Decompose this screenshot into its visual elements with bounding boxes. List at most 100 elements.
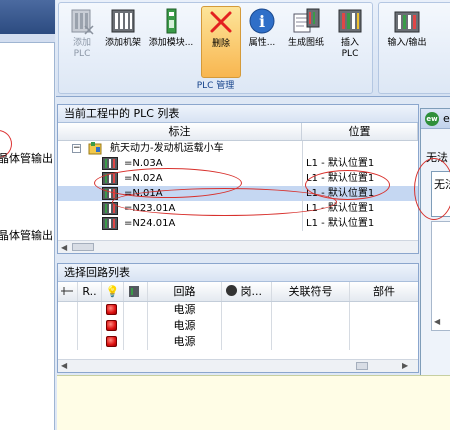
properties-label: 属性... xyxy=(248,38,276,48)
plc-tag: =N.03A xyxy=(124,158,163,169)
delete-icon xyxy=(210,11,232,33)
plc-list-title: 当前工程中的 PLC 列表 xyxy=(58,105,418,123)
plc-location: L1 - 默认位置1 xyxy=(306,203,375,214)
add-plc-button[interactable]: 添加 PLC xyxy=(63,6,101,78)
cell-post xyxy=(222,334,272,350)
loop-list-header: R.. 💡 回路 岗... 关联符号 部件 xyxy=(58,282,418,302)
scroll-thumb[interactable] xyxy=(356,362,368,370)
column-header-bulb[interactable]: 💡 xyxy=(102,282,124,301)
column-header-r[interactable]: R.. xyxy=(78,282,102,301)
project-icon xyxy=(88,142,102,155)
column-header-post-label: 岗... xyxy=(240,285,263,298)
add-plc-label: 添加 PLC xyxy=(72,38,91,59)
add-rack-icon xyxy=(111,9,135,33)
dialog-list[interactable]: ◀ xyxy=(431,221,450,331)
ribbon-group-io: 输入/输出 xyxy=(378,2,450,94)
scroll-left-icon[interactable]: ◀ xyxy=(61,361,67,370)
loop-row[interactable]: 电源 xyxy=(58,302,418,318)
generate-drawing-icon xyxy=(293,8,320,33)
column-divider xyxy=(302,156,303,171)
tree-root-project[interactable]: − 航天动力-发动机运载小车 xyxy=(58,141,418,156)
cell-circuit: 电源 xyxy=(148,302,222,318)
cell-line xyxy=(58,318,78,334)
loop-row[interactable]: 电源 xyxy=(58,334,418,350)
left-panel-titlebar xyxy=(0,0,55,34)
cell-post xyxy=(222,318,272,334)
plc-row[interactable]: =N.03A L1 - 默认位置1 xyxy=(58,156,418,171)
column-divider xyxy=(302,201,303,216)
plc-list-header: 标注 位置 xyxy=(58,123,418,141)
bottom-panel xyxy=(57,375,450,430)
cell-circuit: 电源 xyxy=(148,318,222,334)
column-header-line[interactable] xyxy=(58,282,78,301)
cell-line xyxy=(58,302,78,318)
io-button[interactable]: 输入/输出 xyxy=(383,6,431,78)
plc-row[interactable]: =N24.01A L1 - 默认位置1 xyxy=(58,216,418,231)
scroll-left-icon[interactable]: ◀ xyxy=(61,243,67,252)
dialog-title: e xyxy=(443,112,450,125)
status-red-icon xyxy=(106,320,117,331)
cell-part xyxy=(350,302,418,318)
properties-icon: i xyxy=(249,8,275,34)
column-header-location[interactable]: 位置 xyxy=(302,123,418,140)
globe-icon xyxy=(226,285,237,296)
left-panel-band xyxy=(0,34,55,43)
plc-tag: =N.02A xyxy=(124,173,163,184)
line-icon xyxy=(61,287,73,295)
plc-row[interactable]: =N.02A L1 - 默认位置1 xyxy=(58,171,418,186)
insert-plc-button[interactable]: 插入 PLC xyxy=(331,6,369,78)
loop-list-hscrollbar[interactable]: ◀ ▶ xyxy=(58,359,418,372)
collapse-toggle[interactable]: − xyxy=(72,144,81,153)
scroll-left-icon[interactable]: ◀ xyxy=(434,317,440,326)
column-divider xyxy=(302,171,303,186)
plc-tag: =N.01A xyxy=(124,188,163,199)
generate-drawing-button[interactable]: 生成图纸 xyxy=(284,6,328,78)
cell-post xyxy=(222,302,272,318)
delete-button[interactable]: 删除 xyxy=(201,6,241,78)
plc-row[interactable]: =N23.01A L1 - 默认位置1 xyxy=(58,201,418,216)
column-divider xyxy=(302,216,303,231)
plc-icon xyxy=(102,187,118,200)
column-header-circuit[interactable]: 回路 xyxy=(148,282,222,301)
cell-r xyxy=(78,318,102,334)
cell-symbol xyxy=(272,302,350,318)
scroll-thumb[interactable] xyxy=(72,243,94,251)
error-dialog: ew e 无法 无法 ◀ xyxy=(420,108,450,380)
cell-part xyxy=(350,318,418,334)
insert-plc-icon xyxy=(338,9,362,33)
dialog-titlebar[interactable]: ew e xyxy=(421,109,450,129)
cell-circuit: 电源 xyxy=(148,334,222,350)
column-header-tag[interactable]: 标注 xyxy=(58,123,302,140)
plc-list-hscrollbar[interactable]: ◀ xyxy=(58,240,418,253)
add-module-icon xyxy=(166,8,177,34)
project-name: 航天动力-发动机运载小车 xyxy=(110,143,224,154)
add-rack-button[interactable]: 添加机架 xyxy=(103,6,143,78)
add-module-button[interactable]: 添加模块... xyxy=(145,6,197,78)
cell-symbol xyxy=(272,334,350,350)
dialog-message: 无法 xyxy=(426,151,448,164)
properties-button[interactable]: i 属性... xyxy=(243,6,281,78)
plc-icon xyxy=(102,157,118,170)
io-label: 输入/输出 xyxy=(387,38,427,48)
column-header-device[interactable] xyxy=(124,282,148,301)
loop-row[interactable]: 电源 xyxy=(58,318,418,334)
cell-r xyxy=(78,302,102,318)
cell-device xyxy=(124,318,148,334)
left-label-1: 晶体管输出 xyxy=(0,152,53,165)
column-header-symbol[interactable]: 关联符号 xyxy=(272,282,350,301)
plc-list-panel: 当前工程中的 PLC 列表 标注 位置 − 航天动力-发动机运载小车 =N.03… xyxy=(57,104,419,254)
plc-row-selected[interactable]: =N.01A L1 - 默认位置1 xyxy=(58,186,418,201)
column-header-part[interactable]: 部件 xyxy=(350,282,418,301)
status-red-icon xyxy=(106,336,117,347)
column-header-post[interactable]: 岗... xyxy=(222,282,272,301)
plc-location: L1 - 默认位置1 xyxy=(306,173,375,184)
left-label-2: 晶体管输出 xyxy=(0,229,53,242)
insert-plc-label: 插入 PLC xyxy=(340,38,359,59)
cell-r xyxy=(78,334,102,350)
loop-list-title: 选择回路列表 xyxy=(58,264,418,282)
add-rack-label: 添加机架 xyxy=(104,38,141,48)
scroll-right-icon[interactable]: ▶ xyxy=(402,361,408,370)
ribbon-group-plc-management: 添加 PLC 添加机架 添加模块... 删除 i 属性... 生成图纸 插入 P… xyxy=(58,2,373,94)
column-divider xyxy=(302,186,303,201)
plc-icon xyxy=(102,217,118,230)
